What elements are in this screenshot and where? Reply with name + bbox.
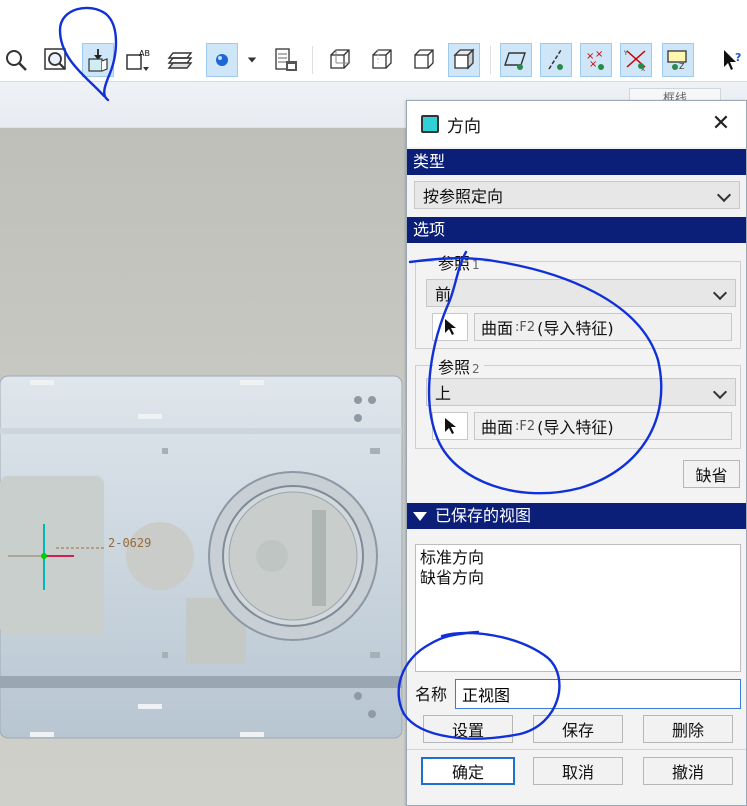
ok-button[interactable]: 确定 — [421, 757, 515, 785]
saved-views-button[interactable] — [270, 43, 302, 77]
type-select[interactable]: 按参照定向 — [414, 181, 740, 209]
datum-point-button[interactable] — [206, 43, 238, 77]
reference-2-field[interactable]: 曲面:F2 (导入特征) — [474, 412, 732, 440]
zoom-out-button[interactable] — [0, 43, 32, 77]
reference-2-select[interactable]: 上 — [426, 378, 736, 406]
chevron-down-icon — [712, 285, 728, 301]
shading-button[interactable] — [448, 43, 480, 77]
reference-2-group: 参照 2 上 曲面:F2 (导入特征) — [415, 354, 741, 449]
svg-text:Y: Y — [623, 50, 628, 57]
reference-2-label-text: 参照 — [438, 358, 471, 377]
layer-icon — [167, 52, 193, 69]
layer-button[interactable] — [164, 43, 196, 77]
chevron-down-icon — [712, 384, 728, 400]
view-shading-icon — [453, 48, 475, 70]
annotation-display-button[interactable]: AB — [122, 43, 154, 77]
refit-icon — [88, 49, 108, 72]
annotation-visibility-button[interactable]: Z — [662, 43, 694, 77]
dropdown-arrow-icon — [247, 57, 257, 63]
saved-views-section-title: 已保存的视图 — [435, 506, 532, 525]
dialog-divider — [407, 749, 746, 750]
select-arrow-icon — [445, 319, 456, 335]
view-cube-icon — [421, 115, 439, 133]
plane-display-icon — [504, 52, 526, 70]
list-item[interactable]: 缺省方向 — [420, 568, 736, 588]
datum-point-icon — [216, 54, 228, 66]
reference-1-field[interactable]: 曲面:F2 (导入特征) — [474, 313, 732, 341]
view-wireframe-icon — [330, 49, 350, 69]
display-style-dropdown[interactable] — [240, 43, 264, 77]
reference-2-field-prefix: 曲面 — [481, 418, 514, 437]
reference-1-field-prefix: 曲面 — [481, 319, 514, 338]
svg-text:AB: AB — [139, 49, 150, 58]
view-hidden-line-icon — [372, 49, 392, 69]
point-display-button[interactable]: × × × — [580, 43, 612, 77]
axis-display-icon — [548, 49, 563, 70]
chevron-down-icon — [716, 187, 732, 203]
options-section-header: 选项 — [407, 217, 746, 243]
svg-text:Z: Z — [679, 62, 685, 71]
zoom-out-icon — [6, 50, 27, 71]
save-button[interactable]: 保存 — [533, 715, 623, 743]
annotation-display-icon: AB — [126, 49, 150, 71]
saved-views-icon — [275, 48, 297, 71]
top-blank-strip — [0, 0, 747, 40]
type-select-value: 按参照定向 — [423, 187, 504, 206]
wireframe-button[interactable] — [324, 43, 356, 77]
type-section-header: 类型 — [407, 149, 746, 175]
zoom-window-button[interactable] — [40, 43, 72, 77]
point-display-icon: × ×× — [586, 49, 604, 70]
select-arrow-icon — [445, 418, 456, 434]
hidden-line-button[interactable] — [366, 43, 398, 77]
close-icon[interactable]: ✕ — [708, 111, 734, 137]
reference-2-pick-button[interactable] — [432, 412, 468, 440]
cad-model — [0, 375, 403, 739]
reference-1-index: 1 — [472, 258, 480, 272]
reference-2-field-suffix: (导入特征) — [537, 418, 614, 437]
saved-views-list[interactable]: 标准方向 缺省方向 — [415, 544, 741, 672]
reference-2-label: 参照 2 — [434, 354, 484, 378]
cancel-button[interactable]: 取消 — [533, 757, 623, 785]
graphics-toolbar: AB × × × YX Z ? — [0, 40, 747, 82]
name-label: 名称 — [415, 685, 448, 704]
dialog-titlebar: 方向 ✕ — [407, 101, 746, 147]
view-no-hidden-icon — [414, 49, 434, 69]
orientation-dialog: 方向 ✕ 类型 按参照定向 选项 参照 1 前 曲面:F2 (导入特征) 参照 2 上 — [406, 100, 747, 806]
no-hidden-button[interactable] — [408, 43, 440, 77]
svg-text:×: × — [589, 59, 597, 70]
reference-2-select-value: 上 — [435, 384, 452, 403]
reference-2-field-code: :F2 — [515, 418, 536, 434]
saved-views-section-header[interactable]: 已保存的视图 — [407, 503, 746, 529]
reference-1-pick-button[interactable] — [432, 313, 468, 341]
view-name-input[interactable] — [455, 679, 741, 709]
axis-display-button[interactable] — [540, 43, 572, 77]
dialog-title: 方向 — [447, 116, 481, 137]
svg-text:?: ? — [735, 51, 741, 64]
select-cursor-icon: ? — [724, 50, 741, 70]
reference-1-group: 参照 1 前 曲面:F2 (导入特征) — [415, 250, 741, 349]
set-button[interactable]: 设置 — [423, 715, 513, 743]
collapse-triangle-icon — [413, 512, 427, 521]
context-help-button[interactable]: ? — [716, 43, 746, 77]
toolbar-separator — [490, 46, 491, 74]
reference-1-select[interactable]: 前 — [426, 279, 736, 307]
csys-display-icon: YX — [623, 50, 646, 73]
list-item[interactable]: 标准方向 — [420, 548, 736, 568]
dimension-label: 2-0629 — [108, 536, 152, 550]
undo-button[interactable]: 撤消 — [643, 757, 733, 785]
reference-1-select-value: 前 — [435, 285, 452, 304]
toolbar-separator — [312, 46, 313, 74]
zoom-window-icon — [44, 48, 66, 70]
csys-display-button[interactable]: YX — [620, 43, 652, 77]
default-button[interactable]: 缺省 — [683, 460, 740, 488]
reference-1-field-code: :F2 — [515, 319, 536, 335]
plane-display-button[interactable] — [500, 43, 532, 77]
delete-button[interactable]: 删除 — [643, 715, 733, 743]
reference-1-label: 参照 1 — [434, 250, 484, 274]
reference-1-field-suffix: (导入特征) — [537, 319, 614, 338]
annotation-visibility-icon: Z — [667, 50, 687, 71]
refit-button[interactable] — [82, 43, 114, 77]
reference-2-index: 2 — [472, 362, 480, 376]
reference-1-label-text: 参照 — [438, 254, 471, 273]
